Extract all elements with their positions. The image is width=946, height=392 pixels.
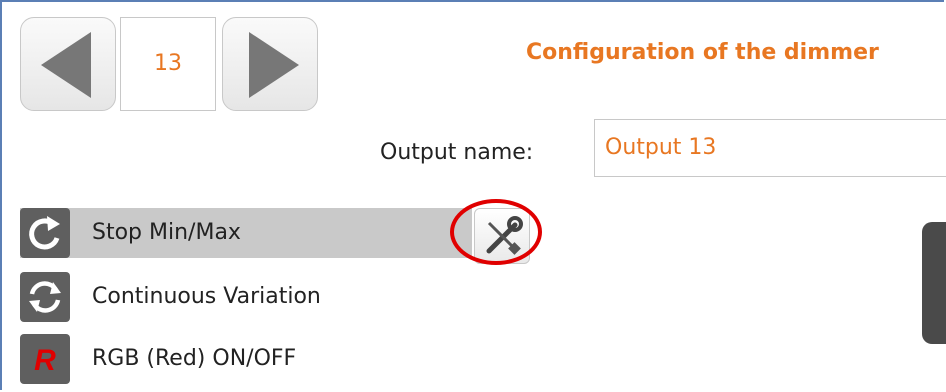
next-output-button[interactable] <box>222 17 318 111</box>
rotate-arrow-icon <box>20 208 70 258</box>
output-number-display: 13 <box>120 17 216 111</box>
page-title: Configuration of the dimmer <box>526 40 879 65</box>
mode-stop-min-max[interactable]: Stop Min/Max <box>20 208 472 258</box>
left-triangle-icon <box>41 32 91 98</box>
svg-text:R: R <box>34 344 56 377</box>
previous-output-button[interactable] <box>20 17 116 111</box>
mode-rgb-red-on-off[interactable]: R RGB (Red) ON/OFF <box>20 334 472 384</box>
mode-label: Continuous Variation <box>92 284 321 309</box>
mode-label: Stop Min/Max <box>92 220 241 245</box>
mode-label: RGB (Red) ON/OFF <box>92 346 297 371</box>
output-name-label: Output name: <box>380 140 534 165</box>
mode-continuous-variation[interactable]: Continuous Variation <box>20 272 472 322</box>
output-name-input[interactable]: Output 13 <box>594 119 946 177</box>
refresh-cycle-icon <box>20 272 70 322</box>
highlight-circle <box>450 199 542 265</box>
red-r-icon: R <box>20 334 70 384</box>
side-panel-tab[interactable] <box>922 222 946 344</box>
right-triangle-icon <box>249 32 299 98</box>
